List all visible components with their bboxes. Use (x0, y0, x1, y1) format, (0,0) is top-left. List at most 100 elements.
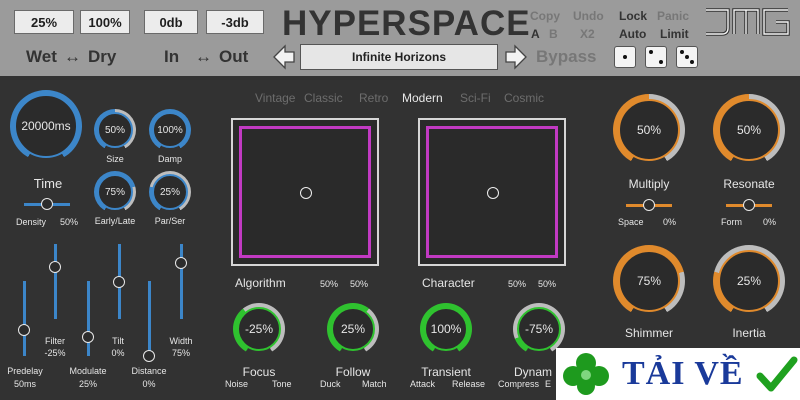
follow-knob[interactable]: 25% (331, 307, 375, 351)
randomize-three-icon[interactable] (676, 46, 698, 68)
form-slider-thumb[interactable] (743, 199, 755, 211)
early-late-knob[interactable]: 75% (97, 174, 133, 210)
tab-cosmic[interactable]: Cosmic (504, 91, 544, 105)
tilt-label: Tilt (112, 336, 124, 346)
tab-scifi[interactable]: Sci-Fi (460, 91, 491, 105)
focus-label: Focus (242, 365, 276, 379)
limit-button[interactable]: Limit (660, 27, 689, 41)
previous-preset-icon[interactable] (272, 44, 296, 70)
copy-button[interactable]: Copy (530, 9, 560, 23)
shimmer-knob[interactable]: 75% (618, 250, 680, 312)
algorithm-x-value: 50% (320, 279, 339, 289)
transient-right-label: Release (452, 379, 486, 389)
size-knob[interactable]: 50% (97, 112, 133, 148)
wet-label: Wet (26, 47, 57, 66)
character-xy-pad[interactable] (418, 118, 566, 266)
clover-icon (563, 353, 609, 395)
algorithm-puck[interactable] (300, 187, 312, 199)
randomize-one-icon[interactable] (614, 46, 636, 68)
multiply-label: Multiply (628, 177, 670, 191)
algorithm-label: Algorithm (235, 276, 286, 290)
multiply-knob[interactable]: 50% (618, 99, 680, 161)
randomize-two-icon[interactable] (645, 46, 667, 68)
follow-label: Follow (335, 365, 371, 379)
undo-button[interactable]: Undo (573, 9, 604, 23)
auto-button[interactable]: Auto (619, 27, 646, 41)
density-slider-thumb[interactable] (41, 198, 53, 210)
character-x-value: 50% (508, 279, 527, 289)
predelay-slider-track[interactable] (23, 281, 26, 356)
lock-button[interactable]: Lock (619, 9, 647, 23)
width-slider-thumb[interactable] (175, 256, 187, 269)
modulate-label: Modulate (69, 366, 107, 376)
form-label: Form (721, 217, 742, 227)
out-label: Out (219, 47, 249, 66)
download-badge-text: TẢI VỀ (622, 355, 744, 392)
time-knob[interactable]: 20000ms (14, 94, 78, 158)
modulate-slider-track[interactable] (87, 281, 90, 356)
inertia-knob[interactable]: 25% (718, 250, 780, 312)
preset-b-button[interactable]: B (549, 27, 558, 41)
resonate-knob[interactable]: 50% (718, 99, 780, 161)
width-value: 75% (171, 348, 190, 358)
dry-label: Dry (88, 47, 117, 66)
dry-value-box[interactable]: 100% (80, 10, 130, 34)
tilt-slider-thumb[interactable] (113, 275, 125, 288)
space-slider-thumb[interactable] (643, 199, 655, 211)
dynamic-left-label: Compress (498, 379, 540, 389)
par-ser-knob[interactable]: 25% (152, 174, 188, 210)
time-label: Time (33, 176, 63, 191)
width-slider-track[interactable] (180, 244, 183, 319)
filter-label: Filter (45, 336, 65, 346)
swap-in-out-icon[interactable]: ↔ (195, 47, 212, 67)
tab-retro[interactable]: Retro (359, 91, 388, 105)
dynamic-right-label: E (545, 379, 552, 389)
tab-vintage[interactable]: Vintage (255, 91, 295, 105)
focus-knob[interactable]: -25% (237, 307, 281, 351)
damp-knob[interactable]: 100% (152, 112, 188, 148)
algorithm-y-value: 50% (350, 279, 369, 289)
in-label: In (164, 47, 180, 66)
checkmark-icon (756, 356, 798, 392)
preset-a-button[interactable]: A (531, 27, 540, 41)
input-gain-box[interactable]: 0db (144, 10, 198, 34)
distance-slider-track[interactable] (148, 281, 151, 356)
predelay-label: Predelay (7, 366, 43, 376)
space-value: 0% (663, 217, 677, 227)
wet-value-box[interactable]: 25% (14, 10, 74, 34)
header-bar: 25% 100% 0db -3db Wet ↔ Dry In ↔ Out HYP… (0, 0, 800, 76)
dynamic-label: Dynam (514, 365, 553, 379)
panic-button[interactable]: Panic (657, 9, 689, 23)
algorithm-xy-pad[interactable] (231, 118, 379, 266)
shimmer-label: Shimmer (624, 326, 673, 340)
focus-right-label: Tone (272, 379, 292, 389)
predelay-slider-thumb[interactable] (18, 323, 30, 336)
transient-knob[interactable]: 100% (424, 307, 468, 351)
x2-button[interactable]: X2 (580, 27, 595, 41)
filter-slider-thumb[interactable] (49, 260, 61, 273)
resonate-label: Resonate (723, 177, 775, 191)
swap-wet-dry-icon[interactable]: ↔ (64, 47, 81, 67)
damp-label: Damp (157, 154, 182, 164)
follow-right-label: Match (362, 379, 387, 389)
dynamic-knob[interactable]: -75% (517, 307, 561, 351)
character-y-value: 50% (538, 279, 557, 289)
modulate-slider-thumb[interactable] (82, 331, 94, 344)
size-label: Size (106, 154, 124, 164)
output-gain-box[interactable]: -3db (206, 10, 264, 34)
par-ser-label: Par/Ser (154, 216, 186, 226)
transient-left-label: Attack (410, 379, 436, 389)
filter-slider-track[interactable] (54, 244, 57, 319)
jmg-logo (706, 8, 790, 36)
character-puck[interactable] (487, 187, 499, 199)
tilt-value: 0% (111, 348, 125, 358)
form-value: 0% (763, 217, 777, 227)
tab-modern[interactable]: Modern (402, 91, 443, 105)
next-preset-icon[interactable] (504, 44, 528, 70)
width-label: Width (169, 336, 193, 346)
bypass-button[interactable]: Bypass (536, 47, 596, 67)
tab-classic[interactable]: Classic (304, 91, 343, 105)
preset-name[interactable]: Infinite Horizons (300, 44, 498, 70)
download-badge[interactable]: TẢI VỀ (556, 348, 800, 400)
distance-slider-thumb[interactable] (143, 350, 155, 362)
